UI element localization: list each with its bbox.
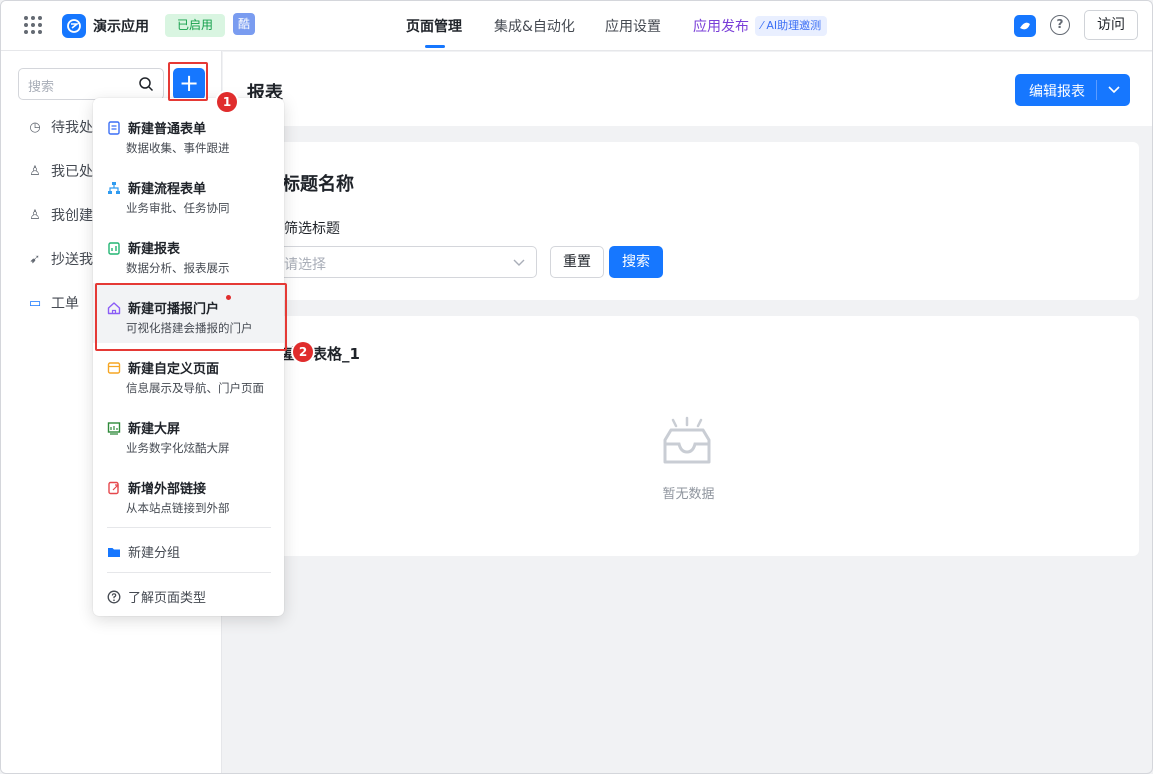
app-name[interactable]: 演示应用	[93, 16, 149, 36]
search-button[interactable]: 搜索	[609, 246, 663, 278]
chevron-down-icon	[513, 259, 525, 266]
menu-item-new-big-screen[interactable]: 新建大屏 业务数字化炫酷大屏	[93, 403, 284, 463]
table-card: 基础表格_1 暂无数据	[238, 316, 1139, 556]
new-page-dropdown: 新建普通表单 数据收集、事件跟进 新建流程表单 业务审批、任务协同 新建报表 数…	[93, 98, 284, 616]
tab-integration-automation[interactable]: 集成&自动化	[494, 16, 575, 36]
app-logo-icon	[62, 14, 86, 38]
menu-divider	[107, 572, 271, 573]
menu-divider	[107, 527, 271, 528]
app-grid-icon[interactable]	[24, 16, 42, 34]
highlight-box-add-button	[168, 62, 208, 101]
filter-card-title: 标题名称	[282, 174, 354, 195]
tab-app-publish[interactable]: 应用发布	[693, 16, 749, 36]
menu-item-title: 新建流程表单	[128, 182, 207, 197]
step-badge-1: 1	[217, 92, 237, 112]
status-badge: 已启用	[165, 14, 226, 37]
menu-item-subtitle: 数据收集、事件跟进	[126, 141, 230, 155]
menu-item-new-report[interactable]: 新建报表 数据分析、报表展示	[93, 223, 284, 283]
step-badge-2: 2	[293, 342, 313, 362]
menu-item-title: 新建报表	[128, 242, 181, 257]
menu-item-subtitle: 信息展示及导航、门户页面	[126, 381, 264, 395]
flow-icon	[108, 182, 120, 194]
menu-item-subtitle: 数据分析、报表展示	[126, 261, 230, 275]
menu-item-title: 新建自定义页面	[128, 362, 220, 377]
button-divider	[1096, 80, 1097, 100]
ku-badge: 酷	[233, 13, 255, 35]
sidebar-item-workorder[interactable]: ▭ 工单	[27, 293, 79, 313]
menu-item-label: 了解页面类型	[128, 591, 207, 606]
search-icon	[139, 77, 154, 92]
edit-report-label: 编辑报表	[1029, 84, 1085, 100]
reset-button[interactable]: 重置	[550, 246, 604, 278]
tab-page-management[interactable]: 页面管理	[406, 16, 462, 36]
menu-item-title: 新增外部链接	[128, 482, 207, 497]
menu-item-label: 新建分组	[128, 546, 181, 561]
select-placeholder: 请选择	[284, 257, 326, 273]
link-icon	[108, 481, 119, 495]
menu-item-title: 新建普通表单	[128, 122, 207, 137]
chevron-down-icon[interactable]	[1106, 82, 1122, 98]
active-tab-indicator	[425, 45, 445, 48]
top-bar: 演示应用 已启用 酷 页面管理 集成&自动化 应用设置 应用发布 ⁄ AI助理邀…	[1, 1, 1152, 51]
menu-item-subtitle: 业务审批、任务协同	[126, 201, 230, 215]
menu-item-new-custom-page[interactable]: 新建自定义页面 信息展示及导航、门户页面	[93, 343, 284, 403]
app-window: 演示应用 已启用 酷 页面管理 集成&自动化 应用设置 应用发布 ⁄ AI助理邀…	[0, 0, 1153, 774]
sidebar-search-input[interactable]: 搜索	[18, 68, 164, 100]
folder-icon	[108, 547, 120, 557]
search-placeholder: 搜索	[28, 80, 55, 95]
empty-state-text: 暂无数据	[662, 487, 715, 502]
menu-item-learn-page-types[interactable]: 了解页面类型	[107, 587, 206, 606]
help-circle-icon	[107, 590, 121, 603]
sidebar-item-label: 工单	[51, 296, 79, 312]
menu-item-new-external-link[interactable]: 新增外部链接 从本站点链接到外部	[93, 463, 284, 523]
page-icon	[107, 362, 121, 374]
filter-field-label: 筛选标题	[284, 221, 340, 237]
send-icon: ➹	[29, 251, 41, 267]
edit-report-button[interactable]: 编辑报表	[1015, 74, 1130, 106]
menu-item-new-form[interactable]: 新建普通表单 数据收集、事件跟进	[93, 103, 284, 163]
menu-item-title: 新建大屏	[128, 422, 181, 437]
form-icon	[108, 121, 120, 135]
highlight-box-portal-item	[95, 283, 287, 351]
tab-app-settings[interactable]: 应用设置	[605, 16, 661, 36]
user-check-icon: ♙	[29, 163, 41, 179]
folder-icon: ▭	[28, 295, 42, 311]
user-plus-icon: ♙	[29, 207, 41, 223]
filter-select[interactable]: 请选择	[263, 246, 537, 278]
assistant-icon[interactable]	[1014, 15, 1036, 37]
empty-inbox-icon	[663, 416, 711, 464]
page-header: 报表 编辑报表	[223, 52, 1152, 126]
menu-item-subtitle: 从本站点链接到外部	[126, 501, 230, 515]
report-icon	[108, 242, 120, 255]
menu-item-new-group[interactable]: 新建分组	[107, 542, 180, 561]
ai-assistant-pill[interactable]: ⁄ AI助理邀测	[755, 16, 828, 36]
clock-icon: ◷	[29, 119, 41, 135]
menu-item-subtitle: 业务数字化炫酷大屏	[126, 441, 230, 455]
filter-card: 标题名称 筛选标题 请选择 重置 搜索	[238, 142, 1139, 300]
visit-button[interactable]: 访问	[1084, 10, 1138, 40]
ai-pill-label: AI助理邀测	[766, 19, 822, 32]
help-icon[interactable]: ?	[1050, 15, 1070, 35]
screen-icon	[107, 422, 121, 435]
menu-item-new-flow-form[interactable]: 新建流程表单 业务审批、任务协同	[93, 163, 284, 223]
